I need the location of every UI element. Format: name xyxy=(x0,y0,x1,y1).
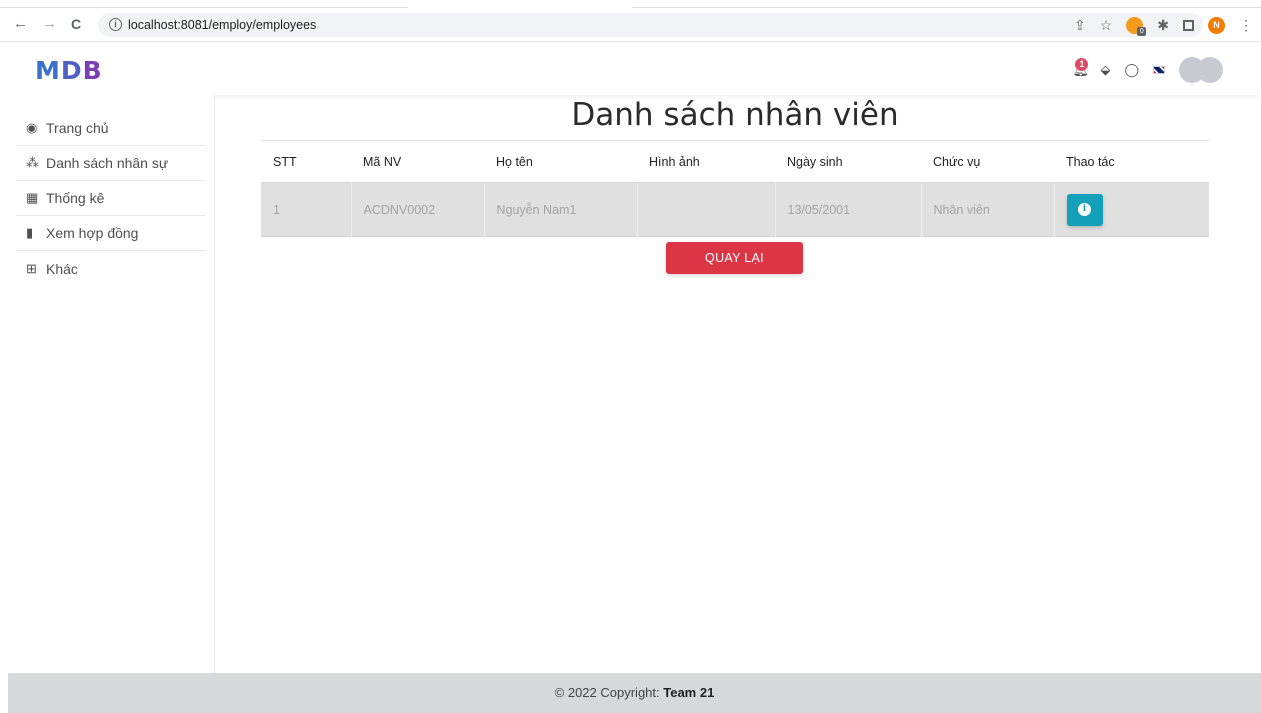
paint-bucket-icon[interactable]: ⬙ xyxy=(1100,63,1110,77)
tab-strip-edge-left xyxy=(0,7,408,8)
back-arrow-icon[interactable]: ← xyxy=(13,16,28,32)
sidebar-item-danh-sach-nhan-su[interactable]: ⁂ Danh sách nhân sự xyxy=(16,146,206,181)
sidebar-item-label: Thống kê xyxy=(46,190,105,206)
browser-chrome: ← → C i localhost:8081/employ/employees … xyxy=(0,0,1261,42)
sidebar-item-label: Xem hợp đồng xyxy=(46,225,139,241)
github-icon[interactable]: ◯ xyxy=(1124,63,1139,77)
calendar-icon: ▦ xyxy=(26,190,39,205)
footer-copyright: © 2022 Copyright: xyxy=(554,685,664,700)
info-circle-icon: i xyxy=(1078,203,1091,216)
avatar-circle-right xyxy=(1197,57,1223,83)
sidebar-item-label: Trang chủ xyxy=(46,120,109,136)
address-bar-url: localhost:8081/employ/employees xyxy=(128,18,317,32)
site-info-icon[interactable]: i xyxy=(109,18,122,31)
column-header-thao-tac: Thao tác xyxy=(1054,140,1209,183)
cell-chuc-vu: Nhân viên xyxy=(921,182,1055,237)
browser-toolbar-icons: ⇪ ☆ 0 ✱ N ⋮ xyxy=(1074,13,1253,37)
page-title: Danh sách nhân viên xyxy=(571,97,899,133)
forward-arrow-icon[interactable]: → xyxy=(42,16,57,32)
tachometer-icon: ◉ xyxy=(26,120,38,135)
column-header-hinh-anh: Hình ảnh xyxy=(637,140,775,183)
cell-ma-nv: ACDNV0002 xyxy=(351,182,485,237)
share-icon[interactable]: ⇪ xyxy=(1074,18,1086,32)
footer: © 2022 Copyright: Team 21 xyxy=(8,673,1261,713)
column-header-ma-nv: Mã NV xyxy=(351,140,484,183)
bookmark-star-icon[interactable]: ☆ xyxy=(1100,18,1113,32)
uk-flag-icon[interactable] xyxy=(1153,66,1165,74)
cell-ho-ten: Nguyễn Nam1 xyxy=(484,182,638,237)
employee-table: STT Mã NV Họ tên Hình ảnh Ngày sinh Chức… xyxy=(261,140,1209,237)
file-icon: ▮ xyxy=(26,225,34,240)
sidebar-item-khac[interactable]: ⊞ Khác xyxy=(16,251,206,286)
table-header: STT Mã NV Họ tên Hình ảnh Ngày sinh Chức… xyxy=(261,140,1209,183)
column-header-ngay-sinh: Ngày sinh xyxy=(775,140,921,183)
reload-icon[interactable]: C xyxy=(71,16,81,32)
table-row: 1 ACDNV0002 Nguyễn Nam1 13/05/2001 Nhân … xyxy=(261,182,1209,237)
extension-badge: 0 xyxy=(1137,26,1147,36)
notification-count-badge: 1 xyxy=(1075,58,1089,71)
logo-letter-b: B xyxy=(82,56,103,85)
tab-strip-edge-right xyxy=(632,7,1261,8)
users-icon: ⁂ xyxy=(26,155,39,170)
back-button[interactable]: QUAY LẠI xyxy=(666,242,803,274)
employee-table-grid: STT Mã NV Họ tên Hình ảnh Ngày sinh Chức… xyxy=(261,140,1209,237)
logo-letter-m: M xyxy=(35,56,61,85)
view-details-button[interactable]: i xyxy=(1066,193,1103,226)
footer-team: Team 21 xyxy=(663,685,715,700)
column-header-stt: STT xyxy=(261,140,351,183)
sidebar-item-thong-ke[interactable]: ▦ Thống kê xyxy=(16,181,206,216)
cell-hinh-anh xyxy=(637,182,776,237)
cell-thao-tac: i xyxy=(1054,182,1209,237)
grid-icon: ⊞ xyxy=(26,260,37,276)
profile-avatar[interactable]: N xyxy=(1208,16,1225,34)
cell-stt: 1 xyxy=(261,182,352,237)
notification-bell-icon[interactable]: 🔔︎1 xyxy=(1072,58,1089,77)
sidebar-item-xem-hop-dong[interactable]: ▮ Xem hợp đồng xyxy=(16,216,206,251)
column-header-ho-ten: Họ tên xyxy=(484,140,637,183)
kebab-menu-icon[interactable]: ⋮ xyxy=(1239,18,1253,32)
sidebar-item-label: Danh sách nhân sự xyxy=(46,155,169,171)
sidebar-item-label: Khác xyxy=(46,260,78,277)
sidebar: ◉ Trang chủ ⁂ Danh sách nhân sự ▦ Thống … xyxy=(0,95,215,673)
app-navbar: MDB 🔔︎1 ⬙ ◯ xyxy=(0,43,1261,95)
sidebar-item-trang-chu[interactable]: ◉ Trang chủ xyxy=(16,111,206,146)
side-panel-icon[interactable] xyxy=(1183,19,1194,31)
logo-letter-d: D xyxy=(60,56,83,85)
address-bar[interactable]: i localhost:8081/employ/employees xyxy=(98,13,1203,37)
user-avatar[interactable] xyxy=(1179,57,1225,83)
cell-ngay-sinh: 13/05/2001 xyxy=(775,182,922,237)
tab-strip xyxy=(0,0,1261,8)
brand-logo[interactable]: MDB xyxy=(35,58,103,84)
extension-icon[interactable]: 0 xyxy=(1126,16,1147,36)
navbar-actions: 🔔︎1 ⬙ ◯ xyxy=(1072,57,1225,83)
column-header-chuc-vu: Chức vụ xyxy=(921,140,1054,183)
extensions-puzzle-icon[interactable]: ✱ xyxy=(1157,18,1169,32)
